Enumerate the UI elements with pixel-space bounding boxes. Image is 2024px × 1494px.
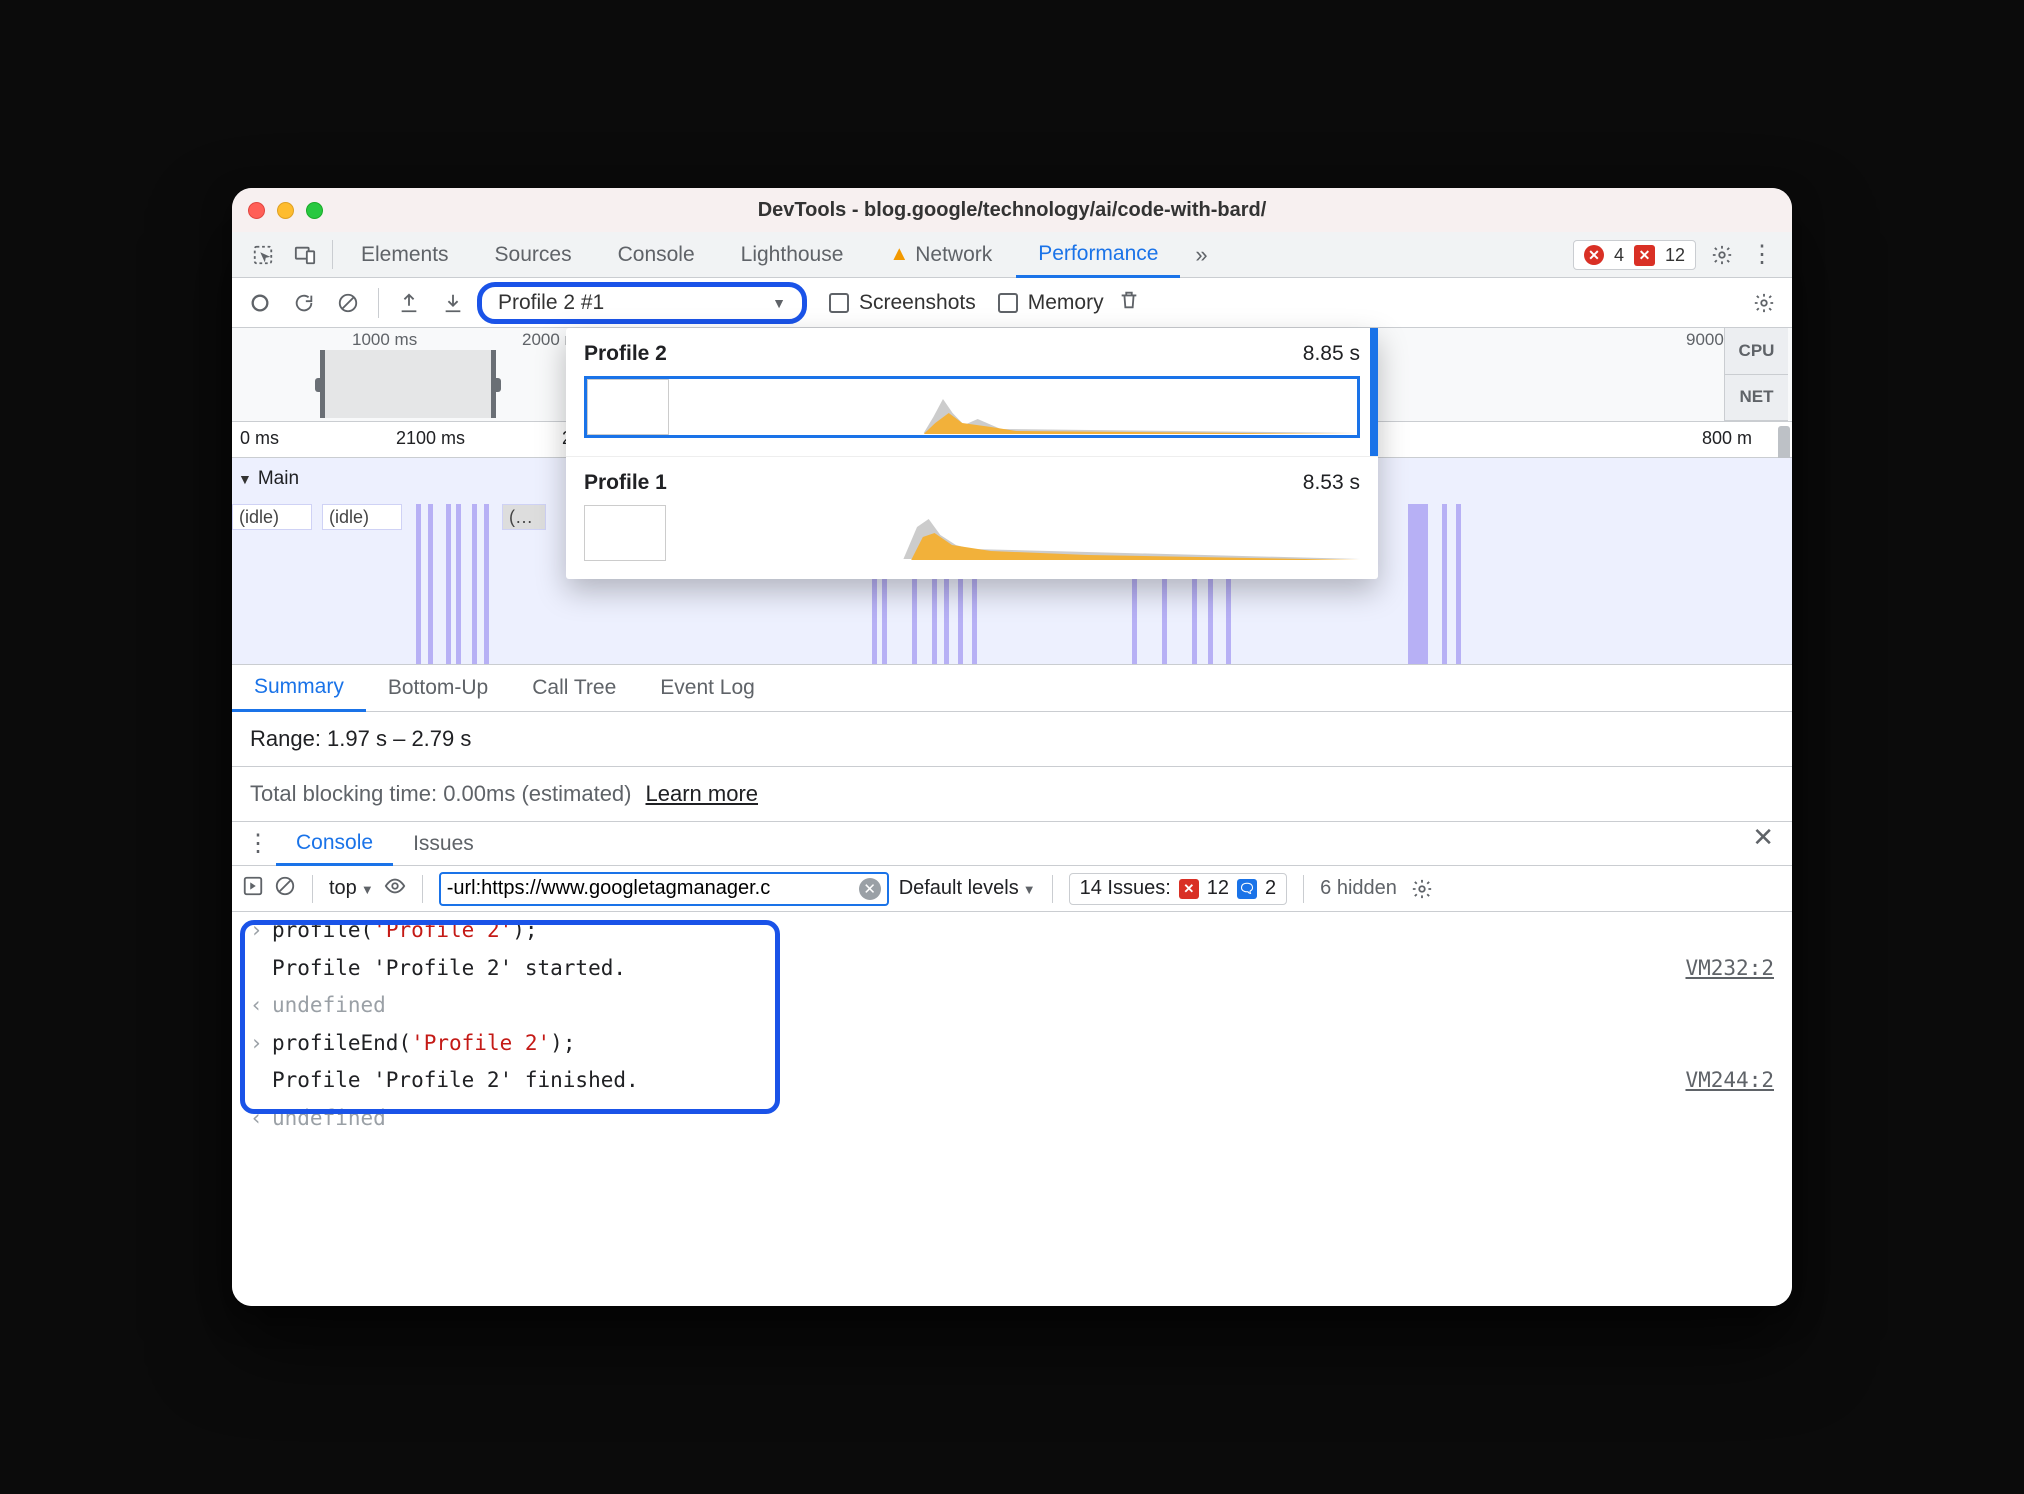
profile-list-item[interactable]: Profile 18.53 s [566, 456, 1378, 579]
upload-profile-button[interactable] [389, 283, 429, 323]
download-profile-button[interactable] [433, 283, 473, 323]
profile-list-popover: Profile 28.85 s Profile 18.53 s [566, 328, 1378, 579]
settings-gear-icon[interactable] [1702, 232, 1742, 277]
tab-call-tree[interactable]: Call Tree [510, 665, 638, 711]
drawer-tab-issues[interactable]: Issues [393, 822, 494, 865]
console-filter-input[interactable]: ✕ [439, 872, 889, 906]
drawer-tabs: ⋮ Console Issues ✕ [232, 822, 1792, 866]
clear-filter-icon[interactable]: ✕ [859, 878, 881, 900]
drawer-kebab-icon[interactable]: ⋮ [240, 822, 276, 865]
device-toolbar-icon[interactable] [284, 232, 326, 277]
error-square-icon: ✕ [1179, 879, 1199, 899]
reload-record-button[interactable] [284, 283, 324, 323]
flame-idle-block[interactable]: (idle) [232, 504, 312, 530]
live-expression-icon[interactable] [384, 875, 406, 903]
drawer-tab-console[interactable]: Console [276, 822, 393, 866]
console-settings-gear-icon[interactable] [1407, 878, 1437, 900]
profile-sparkline [680, 505, 1360, 561]
close-window-button[interactable] [248, 202, 265, 219]
capture-settings-gear-icon[interactable] [1744, 292, 1784, 314]
close-drawer-icon[interactable]: ✕ [1742, 822, 1784, 865]
delete-profile-icon[interactable] [1108, 289, 1150, 317]
error-counter[interactable]: ✕4 ✕12 [1573, 240, 1696, 270]
flame-idle-block[interactable]: (idle) [322, 504, 402, 530]
profile-thumbnail [584, 505, 666, 561]
range-text: Range: 1.97 s – 2.79 s [232, 712, 1792, 767]
tab-network[interactable]: ▲Network [867, 232, 1014, 277]
tab-console[interactable]: Console [596, 232, 717, 277]
main-thread-header[interactable]: ▼Main [238, 468, 299, 490]
hidden-count: 6 hidden [1320, 877, 1397, 900]
profile-sparkline [683, 379, 1357, 435]
overview-tick: 1000 ms [352, 330, 417, 350]
learn-more-link[interactable]: Learn more [646, 781, 759, 807]
tab-elements[interactable]: Elements [339, 232, 471, 277]
source-link[interactable]: VM232:2 [1685, 952, 1774, 986]
screenshots-checkbox[interactable]: Screenshots [829, 291, 976, 315]
profile-thumbnail [587, 379, 669, 435]
console-line: ‹undefined [232, 987, 1792, 1025]
overview-selection-handle[interactable] [320, 350, 496, 418]
console-line: Profile 'Profile 2' started. VM232:2 [232, 950, 1792, 988]
overview-cpu-label: CPU [1725, 328, 1788, 375]
performance-toolbar: Profile 2 #1 ▼ Screenshots Memory [232, 278, 1792, 328]
issues-counter[interactable]: 14 Issues: ✕12 🗨2 [1069, 873, 1288, 905]
console-toolbar: top▼ ✕ Default levels▼ 14 Issues: ✕12 🗨2… [232, 866, 1792, 912]
tab-lighthouse[interactable]: Lighthouse [719, 232, 866, 277]
chevron-down-icon: ▼ [772, 295, 786, 311]
console-sidebar-toggle-icon[interactable] [242, 875, 264, 903]
ruler-tick: 0 ms [240, 428, 279, 449]
more-tabs-chevron-icon[interactable]: » [1180, 232, 1222, 277]
titlebar: DevTools - blog.google/technology/ai/cod… [232, 188, 1792, 232]
error-circle-icon: ✕ [1584, 245, 1604, 265]
record-button[interactable] [240, 283, 280, 323]
error-square-icon: ✕ [1634, 245, 1655, 266]
ruler-tick: 800 m [1702, 428, 1752, 449]
log-levels-dropdown[interactable]: Default levels▼ [899, 877, 1036, 900]
console-line: › profile('Profile 2'); [232, 912, 1792, 950]
console-line: Profile 'Profile 2' finished. VM244:2 [232, 1062, 1792, 1100]
main-tab-bar: Elements Sources Console Lighthouse ▲Net… [232, 232, 1792, 278]
tab-sources[interactable]: Sources [473, 232, 594, 277]
filter-text-field[interactable] [447, 877, 859, 900]
profile-select-dropdown[interactable]: Profile 2 #1 ▼ [477, 282, 807, 324]
tab-bottom-up[interactable]: Bottom-Up [366, 665, 510, 711]
console-output[interactable]: › profile('Profile 2'); Profile 'Profile… [232, 912, 1792, 1306]
context-selector[interactable]: top▼ [329, 877, 374, 900]
info-square-icon: 🗨 [1237, 879, 1257, 899]
minimize-window-button[interactable] [277, 202, 294, 219]
profile-list-item[interactable]: Profile 28.85 s [566, 328, 1378, 456]
overview-net-label: NET [1725, 375, 1788, 422]
zoom-window-button[interactable] [306, 202, 323, 219]
tab-event-log[interactable]: Event Log [638, 665, 777, 711]
ruler-tick: 2100 ms [396, 428, 465, 449]
inspect-icon[interactable] [242, 232, 284, 277]
kebab-menu-icon[interactable]: ⋮ [1742, 232, 1782, 277]
tab-performance[interactable]: Performance [1016, 232, 1180, 278]
source-link[interactable]: VM244:2 [1685, 1064, 1774, 1098]
window-controls [248, 202, 323, 219]
clear-button[interactable] [328, 283, 368, 323]
flame-truncated-block[interactable]: (… [502, 504, 546, 530]
warning-icon: ▲ [889, 243, 909, 266]
blocking-text: Total blocking time: 0.00ms (estimated) … [232, 767, 1792, 822]
window-title: DevTools - blog.google/technology/ai/cod… [758, 199, 1267, 222]
clear-console-icon[interactable] [274, 875, 296, 903]
console-line: ‹undefined [232, 1100, 1792, 1138]
console-line: › profileEnd('Profile 2'); [232, 1025, 1792, 1063]
tab-summary[interactable]: Summary [232, 665, 366, 712]
details-tabs: Summary Bottom-Up Call Tree Event Log [232, 664, 1792, 712]
devtools-window: DevTools - blog.google/technology/ai/cod… [232, 188, 1792, 1306]
memory-checkbox[interactable]: Memory [998, 291, 1104, 315]
